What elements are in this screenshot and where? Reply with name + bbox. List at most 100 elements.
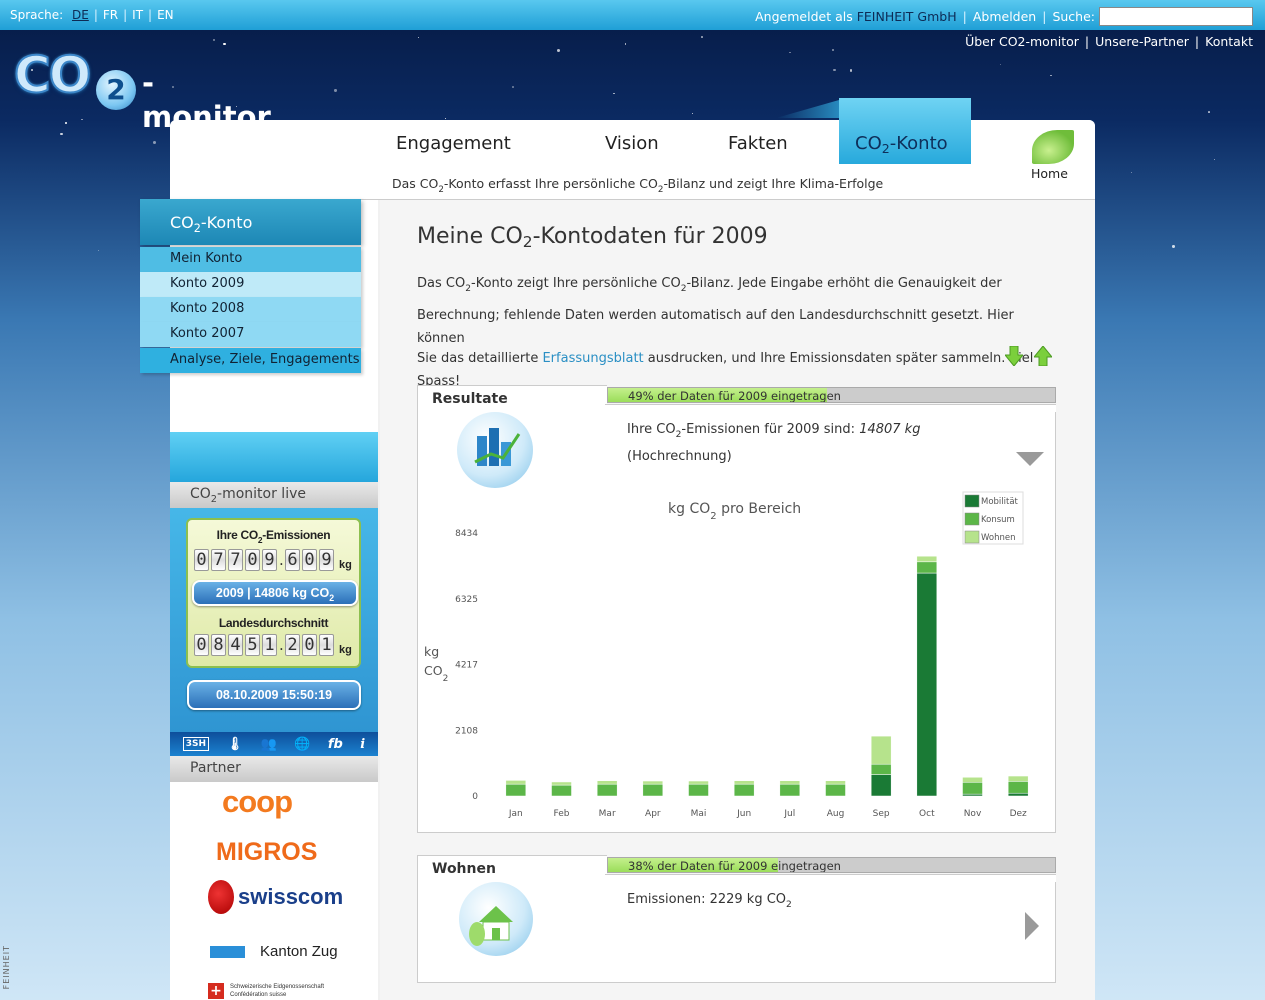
monthly-emissions-chart: kg CO2 pro Bereich kg CO2 84346325421721… [424,491,1029,819]
sidebar-item-mein-konto[interactable]: Mein Konto [140,247,361,272]
bar-oct-0 [916,572,938,797]
star [1208,111,1211,114]
counter-digit: 6 [285,549,300,571]
star [97,250,99,252]
logout-link[interactable]: Abmelden [973,9,1036,24]
language-de[interactable]: DE [72,8,89,22]
erfassungsblatt-link[interactable]: Erfassungsblatt [542,351,643,366]
results-value: 14807 kg [859,422,921,437]
tagline-c: -Konto erfasst Ihre persönliche CO [443,176,658,191]
y-tick-label: 0 [472,792,478,802]
collapse-all-up-icon[interactable] [1032,345,1054,367]
migros-logo[interactable]: MIGROS [216,838,317,867]
emissions-title-a: Ihre CO [216,528,259,542]
chart-title: kg CO2 pro Bereich [668,501,801,522]
emissions-title-c: -Emissionen [262,528,331,542]
legend-swatch [964,494,980,508]
wohnen-progress-bar: 38% der Daten für 2009 eingetragen [607,857,1056,873]
y-tick-label: 6325 [455,595,478,605]
sidebar-item-konto-2007[interactable]: Konto 2007 [140,322,361,347]
kanton-zug-logo[interactable]: Kanton Zug [260,943,338,960]
partners-link[interactable]: Unsere-Partner [1095,34,1189,49]
people-icon[interactable]: 👥 [261,737,277,752]
year-emissions-button[interactable]: 2009 | 14806 kg CO2 [192,580,358,606]
about-link[interactable]: Über CO2-monitor [965,34,1079,49]
expand-right-icon[interactable] [1025,912,1041,944]
legend-swatch [964,512,980,526]
language-fr[interactable]: FR [103,8,118,22]
site-logo[interactable]: CO 2 -monitor [13,45,274,134]
counter-unit: kg [339,559,352,571]
thermometer-icon[interactable]: 🌡 [227,737,244,752]
language-it[interactable]: IT [132,8,143,22]
intro-3a: Sie das detaillierte [417,351,539,366]
counter-digit: 0 [194,634,209,656]
live-heading: CO2-monitor live [170,482,378,508]
tab-engagement[interactable]: Engagement [396,133,511,154]
counter-digit: 8 [211,634,226,656]
globe-icon[interactable]: 🌐 [294,737,310,752]
bar-mar-2 [596,780,618,785]
star [512,85,514,88]
sidebar-item-konto-2009[interactable]: Konto 2009 [140,272,361,297]
swisscom-logo[interactable]: swisscom [238,884,343,910]
star [624,43,627,45]
bar-nov-0 [962,793,983,797]
bar-feb-2 [551,781,572,786]
bar-mai-2 [688,780,709,785]
sidebar-item-analyse[interactable]: Analyse, Ziele, Engagements [140,348,361,373]
x-tick-label: Dez [1010,809,1027,819]
facebook-icon[interactable]: fb [328,737,343,752]
page-title-a: Meine CO [417,224,523,249]
tab-slope [776,98,846,118]
intro-1e: -Bilanz. Jede Eingabe erhöht die Genauig… [686,276,1002,291]
star [556,48,560,52]
tagline-a: Das CO [392,176,439,191]
sidebar-item-konto-2008[interactable]: Konto 2008 [140,297,361,322]
intro-text: Das CO2-Konto zeigt Ihre persönliche CO2… [417,272,1062,393]
chart-ylabel-b: CO [424,663,443,678]
star [789,51,792,54]
bar-jun-2 [733,780,755,785]
year-pill-a: 2009 | 14806 kg CO [215,586,330,600]
sidebar-title-a: CO [170,213,194,232]
language-en[interactable]: EN [157,8,174,22]
tagline-e: -Bilanz und zeigt Ihre Klima-Erfolge [663,176,884,191]
live-heading-c: -monitor live [217,486,306,502]
intro-1c: -Konto zeigt Ihre persönliche CO [471,276,681,291]
counter-digit: 4 [228,634,243,656]
tab-fakten[interactable]: Fakten [728,133,788,154]
info-icon[interactable]: i [360,737,365,752]
bar-dez-0 [1007,792,1029,797]
coop-logo[interactable]: coop [222,784,293,820]
3sh-icon[interactable]: 3SH [182,737,210,751]
top-bar: Sprache: DE | FR | IT | EN Angemeldet als FEIN… [0,0,1265,30]
page-title-b: 2 [522,233,533,251]
page-title: Meine CO2-Kontodaten für 2009 [417,224,768,251]
contact-link[interactable]: Kontakt [1205,34,1253,49]
home-link[interactable]: Home [1031,166,1068,181]
year-pill-b: 2 [329,593,335,603]
x-tick-label: Mar [599,809,616,819]
wohnen-emissions: Emissionen: 2229 kg CO2 [627,892,792,910]
results-total: Ihre CO2-Emissionen für 2009 sind: 14807… [627,422,920,440]
y-tick-label: 2108 [455,726,478,736]
bar-nov-2 [962,777,983,783]
tab-co2-konto[interactable]: CO2-Konto [855,133,948,156]
star [1213,158,1215,160]
tab-vision[interactable]: Vision [605,133,659,154]
search-input[interactable] [1099,7,1253,26]
emissions-digits: 0 7 7 0 9. 6 0 9 kg [194,549,352,571]
house-icon [459,882,533,956]
credit-text: FEINHEIT [2,945,11,990]
expand-all-down-icon[interactable] [1003,345,1025,367]
star [334,89,337,92]
y-tick-label: 4217 [455,661,478,671]
sidebar-title-c: -Konto [200,213,253,232]
star [65,122,68,125]
collapse-toggle-icon[interactable] [1016,452,1044,472]
confederation-logo[interactable]: Schweizerische Eidgenossenschaft Confédér… [230,983,324,999]
tab-co2-konto-c: -Konto [889,133,948,154]
bar-aug-2 [825,780,846,785]
intro-1a: Das CO [417,276,466,291]
